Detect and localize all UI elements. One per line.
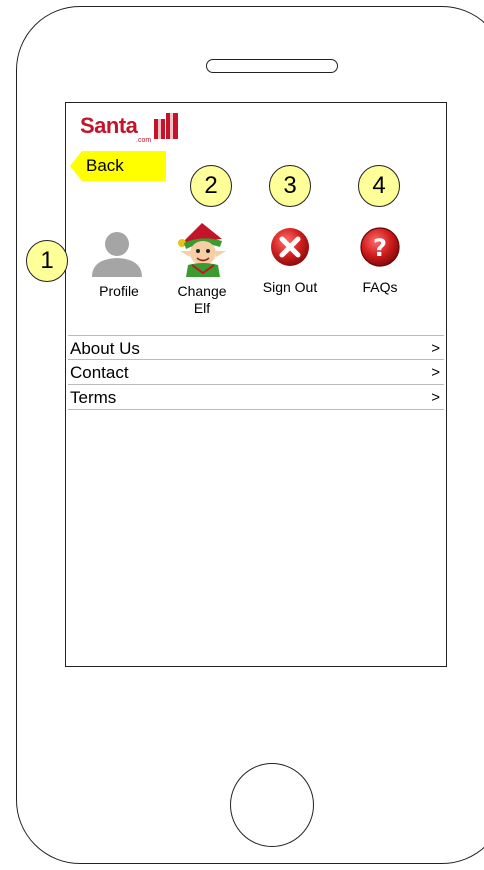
profile-label: Profile	[99, 283, 139, 299]
chevron-right-icon: >	[431, 340, 440, 357]
menu-item-about-us[interactable]: About Us >	[68, 335, 444, 360]
menu-item-terms[interactable]: Terms >	[68, 385, 444, 410]
callout-1: 1	[26, 240, 68, 282]
change-elf-label: Change Elf	[177, 283, 227, 316]
elf-icon	[178, 223, 226, 277]
logo-text: Santa	[80, 113, 138, 138]
avatar-icon	[90, 227, 144, 279]
chevron-right-icon: >	[431, 364, 440, 381]
change-elf-button[interactable]	[172, 221, 232, 277]
logo-subtext: .com	[136, 137, 152, 144]
sign-out-button[interactable]	[268, 225, 312, 269]
question-circle-icon: ?	[360, 227, 400, 267]
menu-item-label: About Us	[70, 339, 140, 358]
callout-4: 4	[358, 165, 400, 207]
close-circle-icon	[271, 228, 309, 266]
back-button[interactable]: Back	[70, 151, 166, 181]
menu-item-contact[interactable]: Contact >	[68, 360, 444, 385]
faqs-label: FAQs	[362, 279, 398, 295]
faqs-button[interactable]: ?	[358, 225, 402, 269]
home-button[interactable]	[230, 763, 314, 847]
menu-item-label: Contact	[70, 363, 129, 382]
menu-item-label: Terms	[70, 388, 117, 407]
svg-text:?: ?	[373, 234, 387, 262]
gift-icon	[154, 113, 178, 139]
screen: Santa .com Back 2 3 4 Profile Change Elf…	[65, 102, 447, 667]
phone-speaker	[206, 59, 338, 73]
chevron-right-icon: >	[431, 389, 440, 406]
back-label: Back	[86, 156, 124, 175]
profile-button[interactable]	[90, 227, 144, 279]
sign-out-label: Sign Out	[262, 279, 318, 295]
callout-3: 3	[269, 165, 311, 207]
callout-2: 2	[190, 165, 232, 207]
